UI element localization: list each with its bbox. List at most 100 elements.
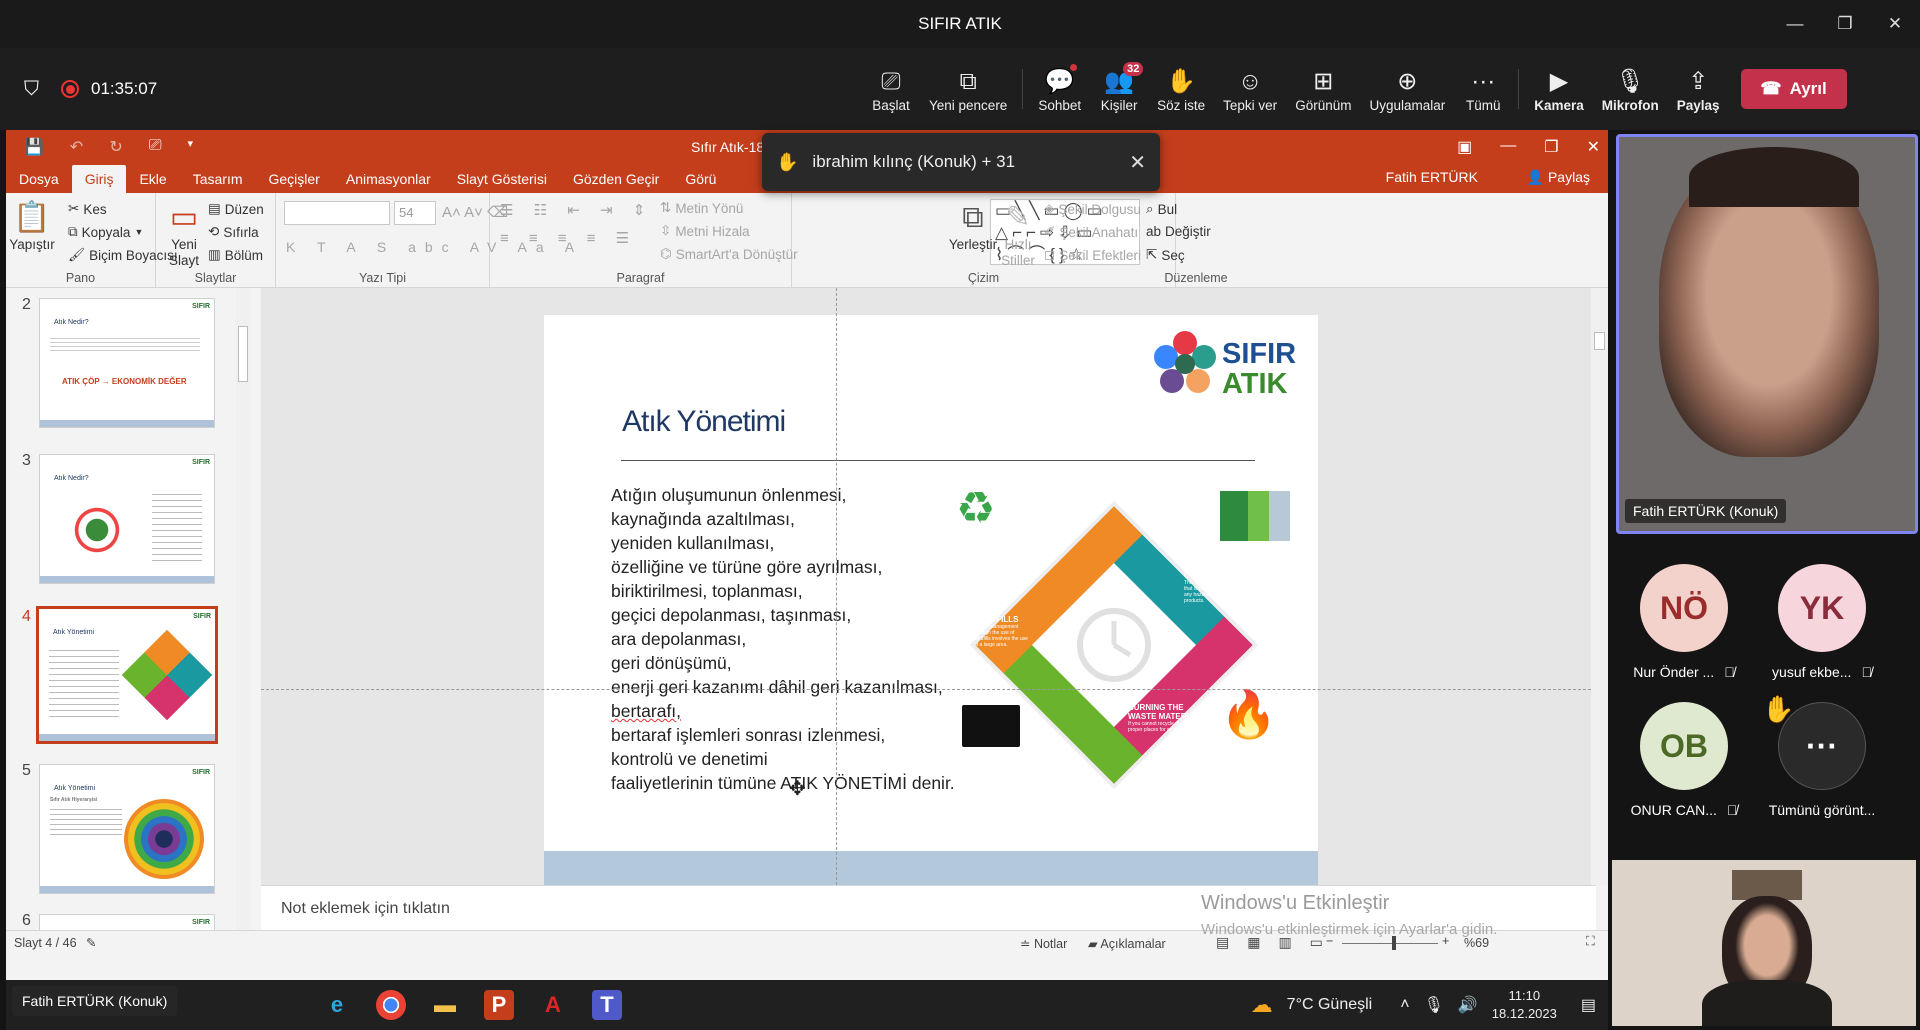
account-name[interactable]: Fatih ERTÜRK [1386, 169, 1478, 185]
start-button[interactable]: ⎚ Başlat [862, 48, 920, 130]
spelling-icon[interactable]: ✎ [86, 935, 96, 950]
notes-toggle[interactable]: ≐ Notlar [1020, 936, 1067, 951]
participant-tile[interactable]: NÖ Nur Önder ... 🎙̸ [1614, 564, 1754, 694]
layout-button[interactable]: ▤ Düzen [208, 201, 264, 217]
cut-button[interactable]: ✂ Kes [68, 201, 107, 217]
tab-dosya[interactable]: Dosya [6, 165, 72, 193]
align-buttons[interactable]: ≡ ≡ ≡ ≡ ☰ [500, 229, 637, 247]
zoom-slider[interactable] [1342, 943, 1438, 944]
guide-vertical[interactable] [836, 288, 837, 885]
ppt-close-button[interactable]: ✕ [1587, 137, 1600, 157]
tab-giris[interactable]: Giriş [71, 165, 127, 193]
slide-thumbnail-selected[interactable]: Atık Yönetimi SIFIR [36, 606, 218, 744]
slide-canvas[interactable]: SIFIR ATIK Atık Yönetimi Atığın oluşumun… [261, 288, 1596, 885]
ppt-restore-button[interactable]: ❐ [1544, 137, 1558, 157]
apps-button[interactable]: ⊕ Uygulamalar [1360, 48, 1454, 130]
new-window-button[interactable]: ⧉ Yeni pencere [920, 48, 1016, 130]
new-slide-button[interactable]: ▭ Yeni Slayt [164, 199, 204, 269]
tab-gozden-gecir[interactable]: Gözden Geçir [560, 165, 672, 193]
react-button[interactable]: ☺ Tepki ver [1214, 48, 1286, 130]
shape-fill-button[interactable]: ◈ Şekil Dolgusu [1044, 201, 1141, 217]
mic-button[interactable]: 🎙 Mikrofon [1593, 48, 1668, 130]
more-button[interactable]: ··· Tümü [1454, 48, 1512, 130]
slide-thumbnail[interactable]: Atık Nedir? SIFIR ATIK ÇÖP → EKONOMİK DE… [39, 298, 215, 428]
leave-button[interactable]: ☎ Ayrıl [1740, 69, 1847, 109]
customize-icon[interactable]: ▾ [188, 137, 194, 157]
show-all-participants-tile[interactable]: ✋ ··· Tümünü görünt... [1752, 694, 1892, 832]
undo-icon[interactable]: ↶ [70, 137, 83, 157]
edge-icon[interactable]: e [318, 986, 356, 1024]
powerpoint-icon[interactable]: P [484, 990, 514, 1020]
slide-thumbnail[interactable]: Atık Nedir? SIFIR [39, 454, 215, 584]
camera-button[interactable]: ▶ Kamera [1525, 48, 1593, 130]
select-button[interactable]: ⇱ Seç [1146, 247, 1185, 263]
raise-hand-notification[interactable]: ✋ ibrahim kılınç (Konuk) + 31 ✕ [762, 133, 1160, 191]
participant-tile[interactable]: YK yusuf ekbe... 🎙̸ [1752, 564, 1892, 694]
guide-horizontal[interactable] [261, 689, 1596, 690]
speaker-video[interactable]: Fatih ERTÜRK (Konuk) [1616, 134, 1918, 534]
close-button[interactable]: ✕ [1870, 0, 1920, 48]
ppt-share-button[interactable]: 👤 Paylaş [1527, 169, 1590, 186]
redo-icon[interactable]: ↻ [109, 137, 122, 157]
scrollbar-thumb[interactable] [1594, 332, 1605, 350]
tab-ekle[interactable]: Ekle [126, 165, 179, 193]
slide-thumbnail[interactable]: Atık Yönetimi SIFIR Sıfır Atık Hiyerarşi… [39, 764, 215, 894]
shape-outline-button[interactable]: ✐ Şekil Anahatı [1044, 224, 1138, 240]
section-button[interactable]: ▥ Bölüm [208, 247, 263, 263]
tab-tasarim[interactable]: Tasarım [180, 165, 256, 193]
ppt-minimize-button[interactable]: — [1500, 137, 1516, 157]
replace-button[interactable]: ab Değiştir [1146, 224, 1211, 239]
volume-icon[interactable]: 🔊 [1458, 995, 1478, 1015]
find-button[interactable]: ⌕ Bul [1146, 201, 1177, 217]
toast-close-icon[interactable]: ✕ [1129, 150, 1146, 175]
slide-body-text[interactable]: Atığın oluşumunun önlenmesi, kaynağında … [611, 483, 955, 795]
save-icon[interactable]: 💾 [24, 137, 44, 157]
view-button[interactable]: ⊞ Görünüm [1286, 48, 1360, 130]
font-size-input[interactable]: 54 [394, 201, 436, 225]
thumbnails-scrollbar[interactable] [236, 288, 250, 930]
present-icon[interactable]: ⎚ [149, 137, 162, 157]
paste-button[interactable]: 📋 Yapıştır [9, 199, 55, 253]
zoom-slider-thumb[interactable] [1392, 936, 1396, 950]
canvas-scrollbar[interactable] [1591, 288, 1608, 885]
comments-toggle[interactable]: ▰ Açıklamalar [1088, 936, 1166, 951]
weather-text[interactable]: 7°C Güneşli [1287, 996, 1373, 1014]
chrome-icon[interactable] [376, 990, 406, 1020]
teams-icon[interactable]: T [592, 990, 622, 1020]
current-slide[interactable]: SIFIR ATIK Atık Yönetimi Atığın oluşumun… [544, 315, 1318, 885]
tab-gecisler[interactable]: Geçişler [256, 165, 333, 193]
slide-thumbnail[interactable]: SIFIR [39, 914, 215, 930]
arrange-button[interactable]: ⧉ Yerleştir [949, 199, 997, 253]
shape-effects-button[interactable]: ◻ Şekil Efektleri [1044, 247, 1141, 263]
text-direction-button[interactable]: ⇅ Metin Yönü [660, 200, 743, 216]
file-explorer-icon[interactable]: ▬ [426, 986, 464, 1024]
people-button[interactable]: 👥 32 Kişiler [1090, 48, 1148, 130]
acrobat-icon[interactable]: A [534, 986, 572, 1024]
participant-tile[interactable]: OB ONUR CAN... 🎙̸ [1614, 702, 1754, 832]
notification-icon[interactable]: ▤ [1581, 995, 1596, 1015]
tray-chevron-icon[interactable]: ˄ [1400, 996, 1409, 1014]
clock[interactable]: 11:10 18.12.2023 [1492, 987, 1557, 1023]
align-text-button[interactable]: ⇳ Metni Hizala [660, 223, 750, 239]
tab-animasyonlar[interactable]: Animasyonlar [333, 165, 444, 193]
maximize-button[interactable]: ❐ [1820, 0, 1870, 48]
chat-button[interactable]: 💬 Sohbet [1029, 48, 1090, 130]
slide-title[interactable]: Atık Yönetimi [622, 405, 786, 439]
fit-slide-icon[interactable]: ⛶ [1586, 934, 1595, 949]
raise-hand-button[interactable]: ✋ Söz iste [1148, 48, 1214, 130]
minimize-button[interactable]: — [1770, 0, 1820, 48]
font-name-input[interactable] [284, 201, 390, 225]
share-button[interactable]: ⇪ Paylaş [1668, 48, 1729, 130]
zoom-level[interactable]: %69 [1464, 936, 1489, 950]
scrollbar-thumb[interactable] [238, 326, 248, 382]
ribbon-display-icon[interactable]: ▣ [1457, 137, 1472, 157]
list-buttons[interactable]: ☰ ☷ ⇤ ⇥ ⇕ [500, 201, 653, 219]
participant-video[interactable] [1612, 860, 1916, 1026]
copy-button[interactable]: ⧉ Kopyala ▼ [68, 224, 143, 240]
tab-gorunum[interactable]: Görü [672, 165, 729, 193]
smartart-button[interactable]: ⌬ SmartArt'a Dönüştür [660, 246, 798, 262]
mic-tray-icon[interactable]: 🎙 [1424, 995, 1444, 1015]
quick-styles-button[interactable]: ✎ Hızlı Stiller [998, 199, 1038, 269]
tab-slayt-gosterisi[interactable]: Slayt Gösterisi [444, 165, 560, 193]
reset-button[interactable]: ⟲ Sıfırla [208, 224, 259, 240]
